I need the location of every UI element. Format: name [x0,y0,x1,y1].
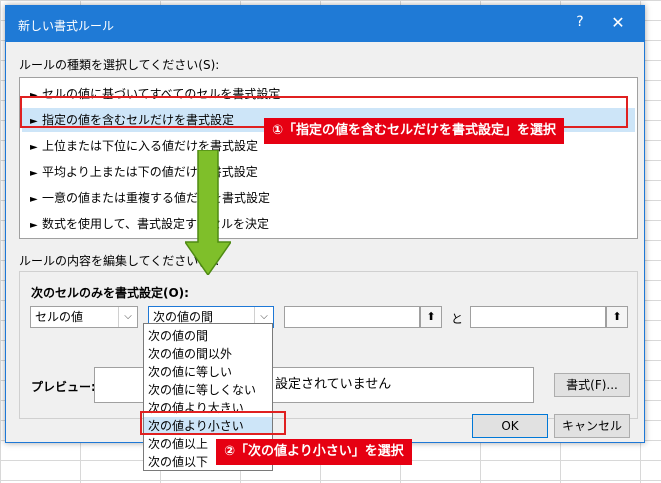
range-select-icon[interactable]: ⬆ [420,306,442,328]
operator-option[interactable]: 次の値の間以外 [144,345,272,363]
operator-option[interactable]: 次の値の間 [144,327,272,345]
preview-text: 設定されていません [275,377,392,392]
rule-type-item[interactable]: ► 平均より上または下の値だけを書式設定 [22,160,635,184]
rule-type-label-text: 数式を使用して、書式設定するセルを決定 [42,217,270,231]
format-button[interactable]: 書式(F)... [554,373,630,397]
new-format-rule-dialog: 新しい書式ルール ? ✕ ルールの種類を選択してください(S): ► セルの値に基… [5,5,645,443]
help-icon[interactable]: ? [570,14,590,30]
range-select-icon[interactable]: ⬆ [606,306,628,328]
rule-type-item[interactable]: ► 数式を使用して、書式設定するセルを決定 [22,212,635,236]
rule-type-item[interactable]: ► 一意の値または重複する値だけを書式設定 [22,186,635,210]
dialog-title: 新しい書式ルール [18,19,115,33]
callout-step-2: ②「次の値より小さい」を選択 [216,439,412,465]
highlight-box-operator [140,411,286,435]
rule-edit-panel: 次のセルのみを書式設定(O): セルの値 ⌵ 次の値の間 ⌵ ⬆ と ⬆ プレビ… [19,271,638,419]
bullet-arrow-icon: ► [30,142,38,153]
max-value-input[interactable] [470,306,606,328]
bullet-arrow-icon: ► [30,194,38,205]
cancel-button[interactable]: キャンセル [554,414,630,438]
operator-option[interactable]: 次の値に等しい [144,363,272,381]
rule-type-label: ルールの種類を選択してください(S): [19,58,220,72]
bullet-arrow-icon: ► [30,168,38,179]
operator-value: 次の値の間 [153,310,214,324]
bullet-arrow-icon: ► [30,220,38,231]
dialog-titlebar: 新しい書式ルール ? ✕ [6,6,644,42]
operator-option[interactable]: 次の値に等しくない [144,381,272,399]
format-only-label: 次のセルのみを書式設定(O): [31,286,189,300]
condition-type-value: セルの値 [35,310,84,324]
close-icon[interactable]: ✕ [606,13,630,32]
ok-button[interactable]: OK [472,414,548,438]
preview-label: プレビュー: [31,380,96,394]
and-label: と [451,312,464,326]
chevron-down-icon[interactable]: ⌵ [118,307,137,327]
down-arrow-icon [185,150,231,275]
min-value-input[interactable] [284,306,420,328]
rule-type-label-text: 一意の値または重複する値だけを書式設定 [42,191,271,205]
callout-step-1: ①「指定の値を含むセルだけを書式設定」を選択 [264,118,565,144]
condition-type-select[interactable]: セルの値 ⌵ [30,306,138,328]
